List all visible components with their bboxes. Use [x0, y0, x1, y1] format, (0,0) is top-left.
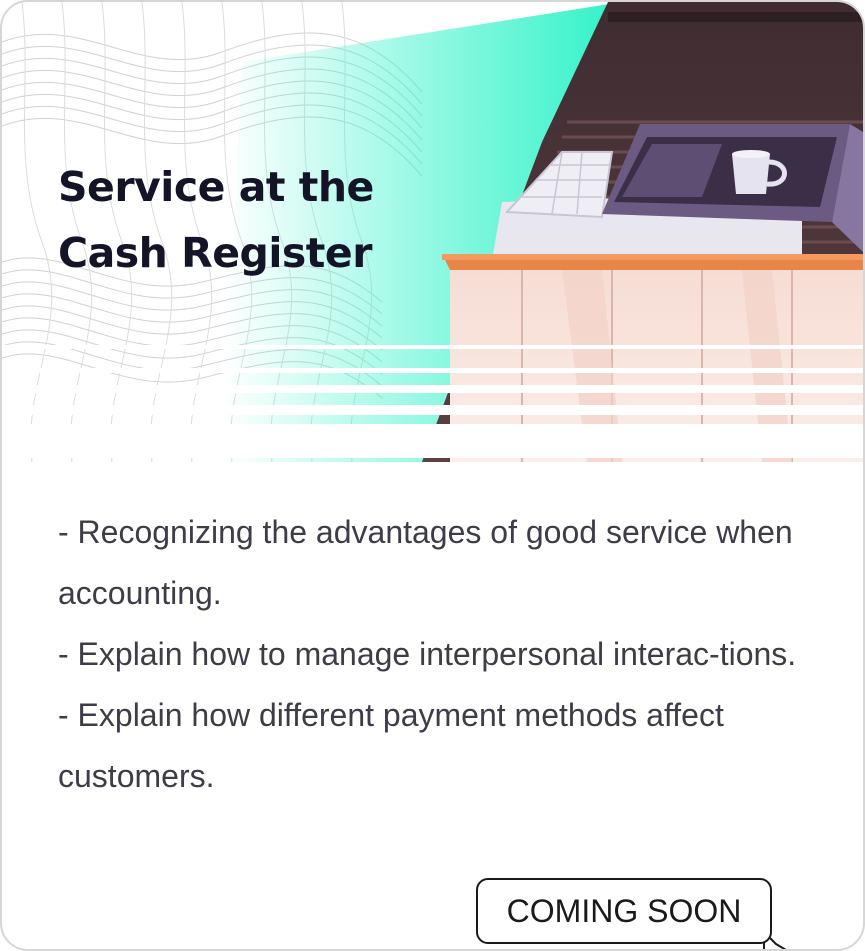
glitch-stripe — [2, 345, 863, 349]
course-title-line-2: Cash Register — [58, 229, 372, 277]
glitch-stripe — [2, 405, 863, 415]
glitch-stripe — [2, 385, 863, 393]
course-title: Service at the Cash Register — [58, 154, 438, 286]
description-item: - Explain how to manage interpersonal in… — [58, 636, 797, 672]
hero-banner: Service at the Cash Register — [2, 2, 863, 462]
course-card[interactable]: Service at the Cash Register - Recognizi… — [0, 0, 865, 951]
glitch-stripe — [2, 424, 863, 458]
description-item: - Explain how different payment methods … — [58, 697, 724, 794]
course-title-line-1: Service at the — [58, 163, 374, 211]
course-description: - Recognizing the advantages of good ser… — [58, 502, 838, 807]
coming-soon-badge[interactable]: COMING SOON — [476, 878, 772, 944]
glitch-stripe — [2, 368, 863, 373]
coming-soon-badge-wrapper: COMING SOON — [476, 878, 816, 949]
description-item: - Recognizing the advantages of good ser… — [58, 514, 793, 611]
